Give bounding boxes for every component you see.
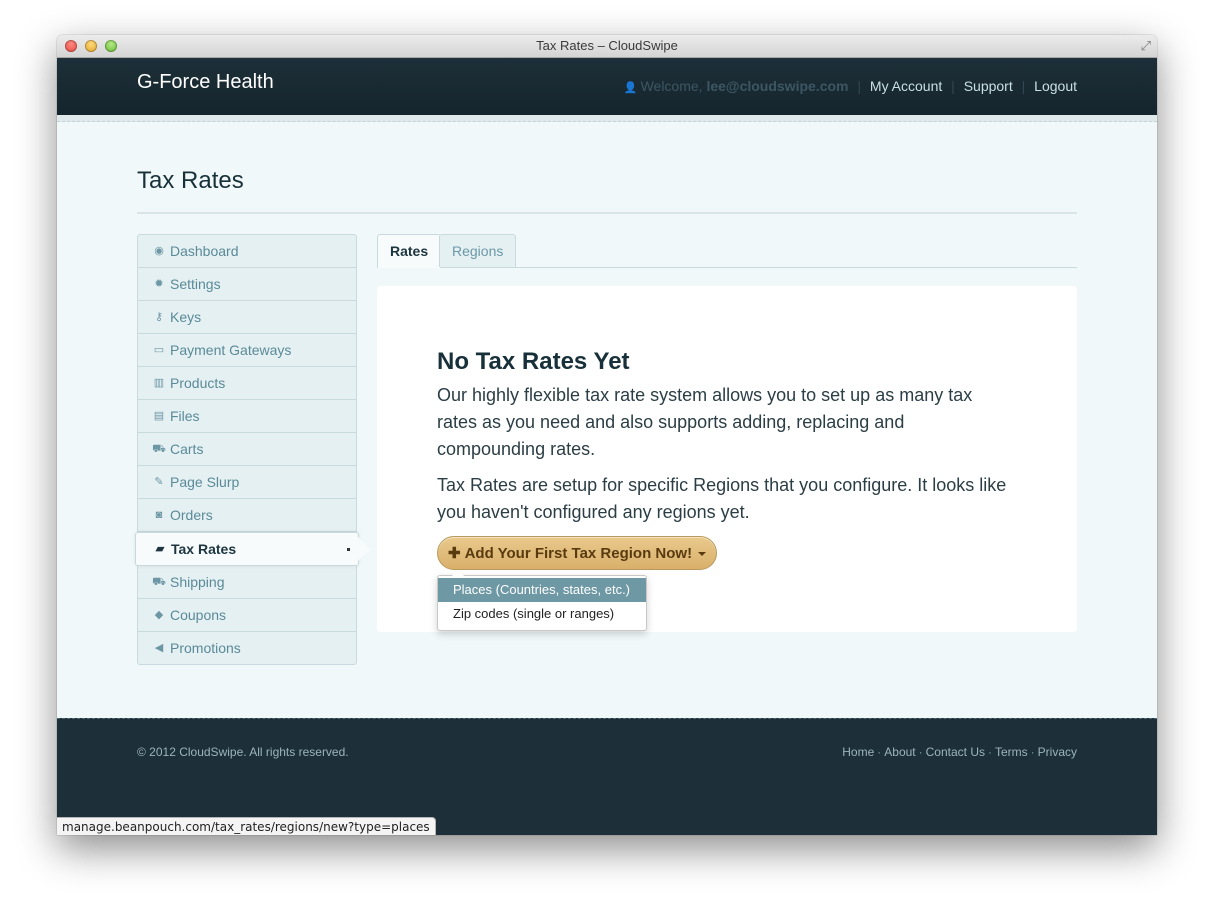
description-paragraph: Our highly flexible tax rate system allo… (437, 385, 973, 459)
regions-paragraph: Tax Rates are setup for specific Regions… (437, 475, 1007, 522)
status-bar-url: manage.beanpouch.com/tax_rates/regions/n… (57, 817, 436, 835)
add-tax-region-button[interactable]: ✚ Add Your First Tax Region Now! (437, 536, 718, 570)
magic-wand-icon: ✎ (154, 476, 164, 488)
footer-link-about[interactable]: About (884, 745, 915, 759)
sidebar-item-settings[interactable]: ✹ Settings (138, 268, 356, 301)
site-header: G-Force Health 👤 Welcome, lee@cloudswipe.… (57, 58, 1157, 115)
caret-down-icon (698, 552, 707, 557)
truck-icon: ⛟ (152, 576, 166, 588)
window-title: Tax Rates – CloudSwipe (536, 38, 678, 53)
support-link[interactable]: Support (964, 78, 1013, 94)
content-panel: No Tax Rates Yet Our highly flexible tax… (377, 286, 1077, 632)
zoom-window-button[interactable] (105, 40, 117, 52)
brand-name[interactable]: G-Force Health (137, 71, 274, 94)
top-nav: 👤 Welcome, lee@cloudswipe.com | My Accoun… (623, 78, 1077, 94)
minimize-window-button[interactable] (85, 40, 97, 52)
barcode-icon: ▥ (153, 377, 165, 389)
sidebar-item-payment-gateways[interactable]: ▭ Payment Gateways (138, 334, 356, 367)
header-divider (57, 115, 1157, 122)
key-icon: ⚷ (154, 311, 164, 323)
footer-link-contact[interactable]: Contact Us (926, 745, 985, 759)
close-window-button[interactable] (65, 40, 77, 52)
sidebar-item-coupons[interactable]: ◆ Coupons (138, 599, 356, 632)
sidebar-nav: ◉ Dashboard ✹ Settings ⚷ Keys ▭ Payment Gate… (135, 234, 370, 665)
tab-rates[interactable]: Rates (377, 234, 442, 268)
sidebar-item-products[interactable]: ▥ Products (138, 367, 356, 400)
fullscreen-icon[interactable]: ⤢ (1141, 38, 1151, 54)
logout-link[interactable]: Logout (1034, 78, 1077, 94)
file-icon: ▤ (153, 410, 165, 422)
sidebar-item-orders[interactable]: ◙ Orders (138, 499, 356, 532)
user-icon: 👤 (623, 82, 638, 94)
sidebar-item-dashboard[interactable]: ◉ Dashboard (138, 235, 356, 268)
empty-state-heading: No Tax Rates Yet (437, 348, 630, 375)
page-title: Tax Rates (137, 167, 244, 194)
dashboard-icon: ◉ (154, 245, 164, 257)
welcome-user: lee@cloudswipe.com (706, 78, 849, 94)
tab-bar: Rates Regions (377, 234, 1077, 268)
active-arrow (358, 537, 370, 561)
sidebar-item-carts[interactable]: ⛟ Carts (138, 433, 356, 466)
bullhorn-icon: ◀ (154, 642, 164, 654)
sidebar-item-tax-rates[interactable]: ▰ Tax Rates (135, 532, 370, 566)
tab-regions[interactable]: Regions (439, 234, 517, 267)
dropdown-item-places[interactable]: Places (Countries, states, etc.) (438, 578, 646, 602)
cart-icon: ⛟ (152, 443, 166, 455)
gear-icon: ✹ (154, 278, 164, 290)
welcome-text: 👤 Welcome, lee@cloudswipe.com (623, 78, 849, 94)
browser-window: Tax Rates – CloudSwipe ⤢ G-Force Health … (57, 35, 1157, 835)
sidebar-item-files[interactable]: ▤ Files (138, 400, 356, 433)
footer-link-terms[interactable]: Terms (995, 745, 1028, 759)
title-divider (137, 212, 1077, 214)
plus-icon: ✚ (448, 545, 461, 562)
copyright-text: © 2012 CloudSwipe. All rights reserved. (137, 745, 349, 759)
active-marker (347, 548, 350, 551)
footer-link-privacy[interactable]: Privacy (1038, 745, 1077, 759)
money-icon: ◙ (155, 509, 163, 521)
credit-card-icon: ▭ (153, 344, 165, 356)
region-type-dropdown: Places (Countries, states, etc.) Zip cod… (437, 570, 647, 631)
my-account-link[interactable]: My Account (870, 78, 942, 94)
sidebar-item-page-slurp[interactable]: ✎ Page Slurp (138, 466, 356, 499)
sidebar-item-keys[interactable]: ⚷ Keys (138, 301, 356, 334)
footer-links: Home · About · Contact Us · Terms · Privacy (842, 745, 1077, 759)
footer-link-home[interactable]: Home (842, 745, 874, 759)
sidebar-item-promotions[interactable]: ◀ Promotions (138, 632, 356, 664)
dropdown-item-zip-codes[interactable]: Zip codes (single or ranges) (438, 602, 646, 626)
tags-icon: ◆ (154, 609, 164, 621)
book-icon: ▰ (155, 543, 165, 555)
sidebar-item-shipping[interactable]: ⛟ Shipping (138, 566, 356, 599)
title-bar: Tax Rates – CloudSwipe ⤢ (57, 35, 1157, 58)
